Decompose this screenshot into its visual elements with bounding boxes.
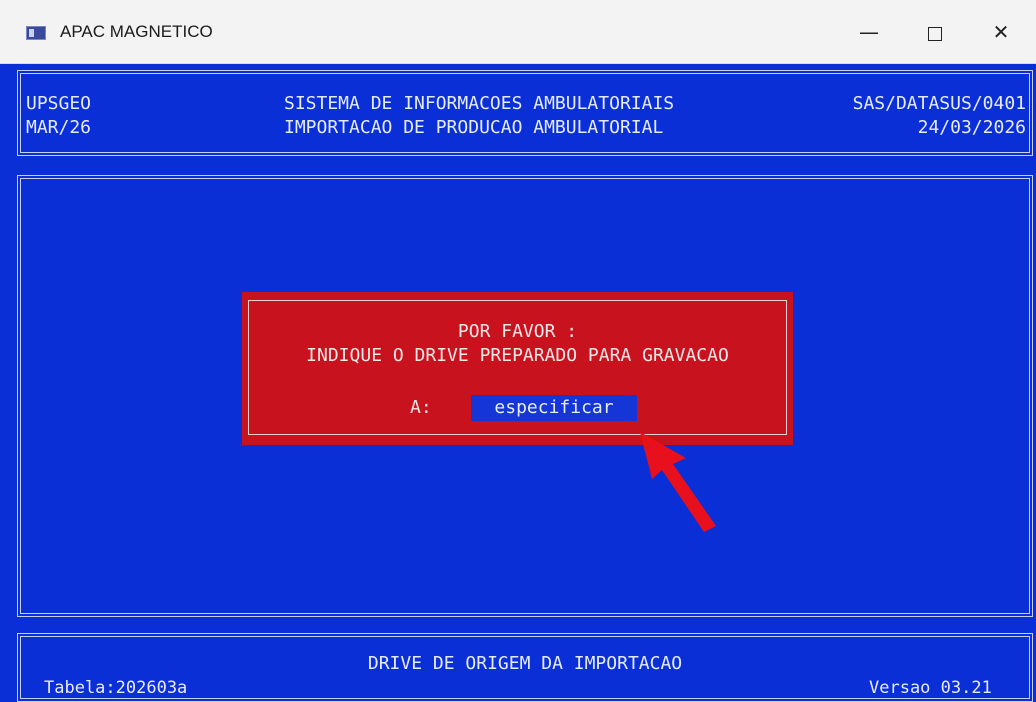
system-user: UPSGEO: [26, 93, 92, 114]
dialog-message: INDIQUE O DRIVE PREPARADO PARA GRAVACAO: [306, 345, 729, 366]
window-title: APAC MAGNETICO: [60, 22, 213, 41]
competence: MAR/26: [26, 117, 92, 138]
drive-input[interactable]: especificar: [471, 395, 637, 421]
console-area: UPSGEO MAR/26 SISTEMA DE INFORMACOES AMB…: [0, 64, 1036, 702]
app-version-label: Versao 03.21: [869, 678, 992, 698]
app-icon: [26, 26, 46, 40]
close-button[interactable]: ✕: [968, 0, 1034, 64]
footer-status: DRIVE DE ORIGEM DA IMPORTACAO: [367, 653, 683, 674]
table-version-label: Tabela:202603a: [44, 678, 188, 698]
dialog-prompt: POR FAVOR :: [457, 321, 578, 342]
drive-label: A:: [410, 397, 432, 418]
close-icon: ✕: [992, 20, 1010, 44]
pointer-arrow-icon: [640, 432, 716, 532]
title-bar: APAC MAGNETICO — ✕: [0, 0, 1036, 64]
screen-title: IMPORTACAO DE PRODUCAO AMBULATORIAL: [284, 117, 664, 138]
minimize-icon: —: [859, 20, 879, 44]
maximize-button[interactable]: [902, 0, 968, 64]
current-date: 24/03/2026: [917, 117, 1026, 138]
system-code: SAS/DATASUS/0401: [852, 93, 1026, 114]
minimize-button[interactable]: —: [836, 0, 902, 64]
maximize-icon: [928, 26, 942, 41]
drive-dialog: [242, 292, 793, 445]
system-name: SISTEMA DE INFORMACOES AMBULATORIAIS: [284, 93, 675, 114]
